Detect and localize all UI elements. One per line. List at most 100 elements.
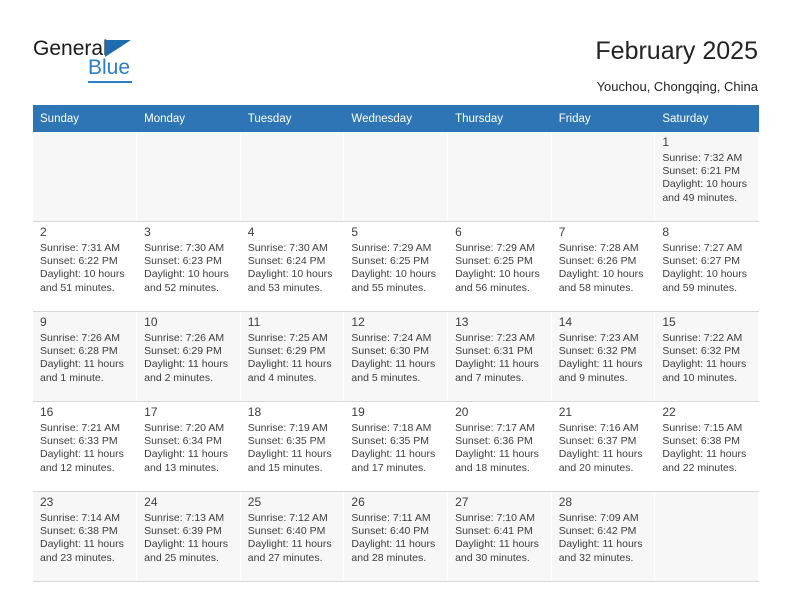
calendar-day-cell[interactable]: 2 Sunrise: 7:31 AM Sunset: 6:22 PM Daylight… <box>33 221 138 312</box>
sunrise-text: Sunrise: 7:10 AM <box>455 512 536 524</box>
calendar-day-cell[interactable]: 19 Sunrise: 7:18 AM Sunset: 6:35 PM Dayligh… <box>343 401 449 492</box>
day-number: 15 <box>662 315 676 329</box>
calendar-day-cell[interactable]: 7 Sunrise: 7:28 AM Sunset: 6:26 PM Daylight… <box>551 221 656 312</box>
calendar-week-row: 16 Sunrise: 7:21 AM Sunset: 6:33 PM Dayligh… <box>33 401 759 492</box>
calendar-day-cell[interactable]: 17 Sunrise: 7:20 AM Sunset: 6:34 PM Dayligh… <box>136 401 241 492</box>
sunrise-text: Sunrise: 7:26 AM <box>144 332 225 344</box>
calendar-day-cell[interactable]: 28 Sunrise: 7:09 AM Sunset: 6:42 PM Dayligh… <box>551 491 656 582</box>
weekday-header-wednesday: Wednesday <box>343 105 449 132</box>
daylight-text: Daylight: 11 hours and 18 minutes. <box>455 448 539 474</box>
daylight-text: Daylight: 11 hours and 5 minutes. <box>351 358 436 384</box>
calendar-day-cell-empty <box>447 132 552 222</box>
sunrise-text: Sunrise: 7:29 AM <box>455 242 536 254</box>
day-cell-inner <box>240 132 344 221</box>
weekday-header-tuesday: Tuesday <box>240 105 345 132</box>
calendar-day-cell[interactable]: 6 Sunrise: 7:29 AM Sunset: 6:25 PM Daylight… <box>447 221 552 312</box>
logo-underline <box>88 81 132 83</box>
day-number: 20 <box>455 405 469 419</box>
calendar-day-cell[interactable]: 10 Sunrise: 7:26 AM Sunset: 6:29 PM Dayligh… <box>136 311 241 402</box>
calendar-day-cell[interactable]: 4 Sunrise: 7:30 AM Sunset: 6:24 PM Daylight… <box>240 221 345 312</box>
calendar-day-cell[interactable]: 15 Sunrise: 7:22 AM Sunset: 6:32 PM Dayligh… <box>654 311 759 402</box>
day-number: 21 <box>558 405 573 419</box>
day-number: 14 <box>558 315 573 329</box>
day-cell-inner: 14 Sunrise: 7:23 AM Sunset: 6:32 PM Dayligh… <box>551 312 655 401</box>
day-details: Sunrise: 7:09 AM Sunset: 6:42 PM Daylight:… <box>552 511 655 565</box>
sunrise-text: Sunrise: 7:21 AM <box>40 422 120 434</box>
day-number: 1 <box>662 135 670 149</box>
day-details: Sunrise: 7:24 AM Sunset: 6:30 PM Daylight:… <box>344 331 447 385</box>
sunset-text: Sunset: 6:38 PM <box>662 435 740 448</box>
sunset-text: Sunset: 6:23 PM <box>144 255 222 268</box>
day-details: Sunrise: 7:12 AM Sunset: 6:40 PM Daylight:… <box>241 511 344 565</box>
sunset-text: Sunset: 6:25 PM <box>455 255 533 268</box>
calendar-day-cell[interactable]: 11 Sunrise: 7:25 AM Sunset: 6:29 PM Dayligh… <box>240 311 345 402</box>
calendar-week-row: 2 Sunrise: 7:31 AM Sunset: 6:22 PM Daylight… <box>33 221 759 312</box>
day-number: 9 <box>40 315 47 329</box>
sunrise-text: Sunrise: 7:18 AM <box>351 422 432 434</box>
calendar-day-cell[interactable]: 8 Sunrise: 7:27 AM Sunset: 6:27 PM Daylight… <box>654 221 759 312</box>
sunset-text: Sunset: 6:32 PM <box>662 345 740 358</box>
calendar-day-cell[interactable]: 9 Sunrise: 7:26 AM Sunset: 6:28 PM Daylight… <box>33 311 138 402</box>
calendar-day-cell-empty <box>136 132 241 222</box>
day-number: 24 <box>144 495 158 509</box>
daylight-text: Daylight: 11 hours and 1 minute. <box>40 358 124 384</box>
day-number: 12 <box>351 315 365 329</box>
sunrise-text: Sunrise: 7:23 AM <box>455 332 536 344</box>
day-cell-inner: 17 Sunrise: 7:20 AM Sunset: 6:34 PM Dayligh… <box>137 402 240 491</box>
calendar-day-cell[interactable]: 27 Sunrise: 7:10 AM Sunset: 6:41 PM Dayligh… <box>447 491 552 582</box>
page-title: February 2025 <box>595 37 758 65</box>
sunrise-text: Sunrise: 7:23 AM <box>558 332 639 344</box>
day-number: 6 <box>455 225 462 239</box>
day-details: Sunrise: 7:23 AM Sunset: 6:32 PM Daylight:… <box>552 331 655 385</box>
sunrise-text: Sunrise: 7:32 AM <box>662 152 743 164</box>
sunset-text: Sunset: 6:21 PM <box>662 165 740 178</box>
calendar-day-cell[interactable]: 21 Sunrise: 7:16 AM Sunset: 6:37 PM Dayligh… <box>551 401 656 492</box>
calendar-day-cell[interactable]: 16 Sunrise: 7:21 AM Sunset: 6:33 PM Dayligh… <box>33 401 138 492</box>
day-cell-inner: 6 Sunrise: 7:29 AM Sunset: 6:25 PM Daylight… <box>448 222 551 311</box>
calendar-day-cell[interactable]: 26 Sunrise: 7:11 AM Sunset: 6:40 PM Dayligh… <box>343 491 449 582</box>
day-cell-inner: 21 Sunrise: 7:16 AM Sunset: 6:37 PM Dayligh… <box>551 402 655 491</box>
calendar-day-cell[interactable]: 18 Sunrise: 7:19 AM Sunset: 6:35 PM Dayligh… <box>240 401 345 492</box>
sunset-text: Sunset: 6:30 PM <box>351 345 430 358</box>
day-cell-inner: 13 Sunrise: 7:23 AM Sunset: 6:31 PM Dayligh… <box>448 312 551 401</box>
day-details: Sunrise: 7:18 AM Sunset: 6:35 PM Daylight:… <box>344 421 447 475</box>
sunrise-text: Sunrise: 7:11 AM <box>351 512 431 524</box>
calendar-day-cell[interactable]: 1 Sunrise: 7:32 AM Sunset: 6:21 PM Daylight… <box>654 132 759 222</box>
day-number: 8 <box>662 225 670 239</box>
sunset-text: Sunset: 6:35 PM <box>247 435 326 448</box>
day-cell-inner: 23 Sunrise: 7:14 AM Sunset: 6:38 PM Dayligh… <box>33 492 137 581</box>
calendar-day-cell[interactable]: 5 Sunrise: 7:29 AM Sunset: 6:25 PM Daylight… <box>343 221 449 312</box>
day-cell-inner: 8 Sunrise: 7:27 AM Sunset: 6:27 PM Daylight… <box>655 222 758 311</box>
calendar-day-cell[interactable]: 13 Sunrise: 7:23 AM Sunset: 6:31 PM Dayligh… <box>447 311 552 402</box>
day-number: 25 <box>247 495 262 509</box>
sunset-text: Sunset: 6:35 PM <box>351 435 430 448</box>
sunrise-text: Sunrise: 7:28 AM <box>558 242 639 254</box>
sunrise-text: Sunrise: 7:14 AM <box>40 512 120 524</box>
day-details: Sunrise: 7:15 AM Sunset: 6:38 PM Daylight:… <box>655 421 758 475</box>
daylight-text: Daylight: 10 hours and 49 minutes. <box>662 178 747 204</box>
sunset-text: Sunset: 6:29 PM <box>247 345 326 358</box>
calendar-day-cell[interactable]: 14 Sunrise: 7:23 AM Sunset: 6:32 PM Dayligh… <box>551 311 656 402</box>
calendar-day-cell[interactable]: 20 Sunrise: 7:17 AM Sunset: 6:36 PM Dayligh… <box>447 401 552 492</box>
day-details: Sunrise: 7:11 AM Sunset: 6:40 PM Daylight:… <box>344 511 447 565</box>
calendar-day-cell[interactable]: 12 Sunrise: 7:24 AM Sunset: 6:30 PM Dayligh… <box>343 311 449 402</box>
calendar-day-cell[interactable]: 3 Sunrise: 7:30 AM Sunset: 6:23 PM Daylight… <box>136 221 241 312</box>
day-cell-inner <box>448 132 551 221</box>
calendar-week-row: 23 Sunrise: 7:14 AM Sunset: 6:38 PM Dayligh… <box>33 491 759 582</box>
day-details: Sunrise: 7:31 AM Sunset: 6:22 PM Daylight:… <box>33 241 136 295</box>
calendar-day-cell[interactable]: 22 Sunrise: 7:15 AM Sunset: 6:38 PM Dayligh… <box>654 401 759 492</box>
day-details: Sunrise: 7:23 AM Sunset: 6:31 PM Daylight:… <box>448 331 551 385</box>
calendar-day-cell[interactable]: 24 Sunrise: 7:13 AM Sunset: 6:39 PM Dayligh… <box>136 491 241 582</box>
sunrise-text: Sunrise: 7:16 AM <box>558 422 639 434</box>
sunset-text: Sunset: 6:33 PM <box>40 435 118 448</box>
day-details: Sunrise: 7:16 AM Sunset: 6:37 PM Daylight:… <box>552 421 655 475</box>
day-number: 10 <box>144 315 158 329</box>
calendar-day-cell[interactable]: 25 Sunrise: 7:12 AM Sunset: 6:40 PM Dayligh… <box>240 491 345 582</box>
day-number: 28 <box>558 495 573 509</box>
day-details: Sunrise: 7:10 AM Sunset: 6:41 PM Daylight:… <box>448 511 551 565</box>
day-cell-inner: 15 Sunrise: 7:22 AM Sunset: 6:32 PM Dayligh… <box>655 312 758 401</box>
calendar-day-cell[interactable]: 23 Sunrise: 7:14 AM Sunset: 6:38 PM Dayligh… <box>33 491 138 582</box>
day-cell-inner <box>655 492 758 581</box>
sunset-text: Sunset: 6:29 PM <box>144 345 222 358</box>
sunset-text: Sunset: 6:27 PM <box>662 255 740 268</box>
